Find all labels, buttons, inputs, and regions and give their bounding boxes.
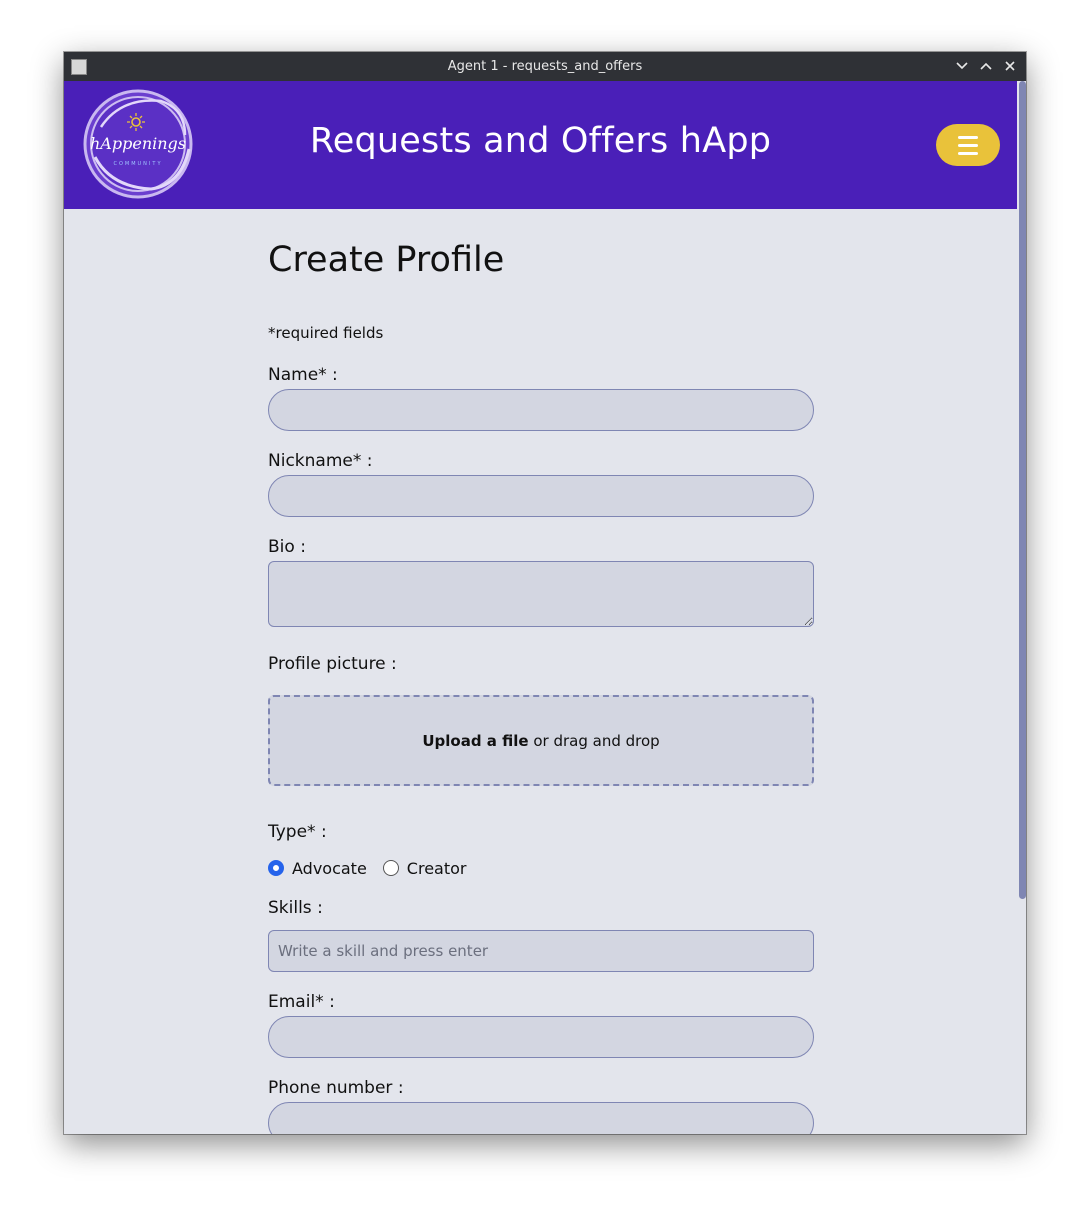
advocate-radio[interactable] xyxy=(268,860,284,876)
svg-text:COMMUNITY: COMMUNITY xyxy=(113,161,162,167)
type-radio-group: Advocate Creator xyxy=(268,858,482,878)
top-navbar: hAppenings COMMUNITY Requests and Offers… xyxy=(64,81,1017,209)
bio-label: Bio : xyxy=(268,537,306,557)
nickname-label: Nickname* : xyxy=(268,451,373,471)
nickname-input[interactable] xyxy=(268,475,814,517)
app-window: Agent 1 - requests_and_offers hAppenings… xyxy=(64,52,1026,1134)
type-option-creator[interactable]: Creator xyxy=(382,858,467,878)
name-input[interactable] xyxy=(268,389,814,431)
drag-drop-text: or drag and drop xyxy=(533,731,660,750)
minimize-button[interactable] xyxy=(952,56,972,76)
phone-label: Phone number : xyxy=(268,1078,404,1098)
type-option-advocate[interactable]: Advocate xyxy=(268,859,367,878)
advocate-label: Advocate xyxy=(292,858,367,878)
chevron-up-icon xyxy=(980,62,992,70)
creator-label: Creator xyxy=(406,858,467,878)
window-title: Agent 1 - requests_and_offers xyxy=(447,59,643,74)
window-titlebar[interactable]: Agent 1 - requests_and_offers xyxy=(64,52,1026,81)
hamburger-icon xyxy=(958,135,978,139)
page-content: hAppenings COMMUNITY Requests and Offers… xyxy=(64,81,1017,1134)
close-button[interactable] xyxy=(1000,56,1020,76)
name-label: Name* : xyxy=(268,365,338,385)
email-label: Email* : xyxy=(268,992,335,1012)
scrollbar-thumb[interactable] xyxy=(1019,81,1026,899)
chevron-down-icon xyxy=(956,62,968,70)
page-scrollbar[interactable] xyxy=(1017,81,1026,1134)
type-label: Type* : xyxy=(268,822,327,842)
required-fields-note: *required fields xyxy=(268,324,384,342)
skills-label: Skills : xyxy=(268,898,323,918)
email-input[interactable] xyxy=(268,1016,814,1058)
upload-file-link[interactable]: Upload a file xyxy=(422,732,528,750)
maximize-button[interactable] xyxy=(976,56,996,76)
creator-radio[interactable] xyxy=(382,860,399,876)
page-title: Create Profile xyxy=(268,240,505,280)
menu-button[interactable] xyxy=(936,124,1000,166)
skills-input[interactable] xyxy=(268,930,814,972)
profile-picture-label: Profile picture : xyxy=(268,654,397,674)
file-dropzone[interactable]: Upload a file or drag and drop xyxy=(268,695,814,786)
close-icon xyxy=(1005,61,1015,71)
phone-input[interactable] xyxy=(268,1102,814,1134)
bio-textarea[interactable] xyxy=(268,561,814,627)
app-title: Requests and Offers hApp xyxy=(309,121,772,161)
